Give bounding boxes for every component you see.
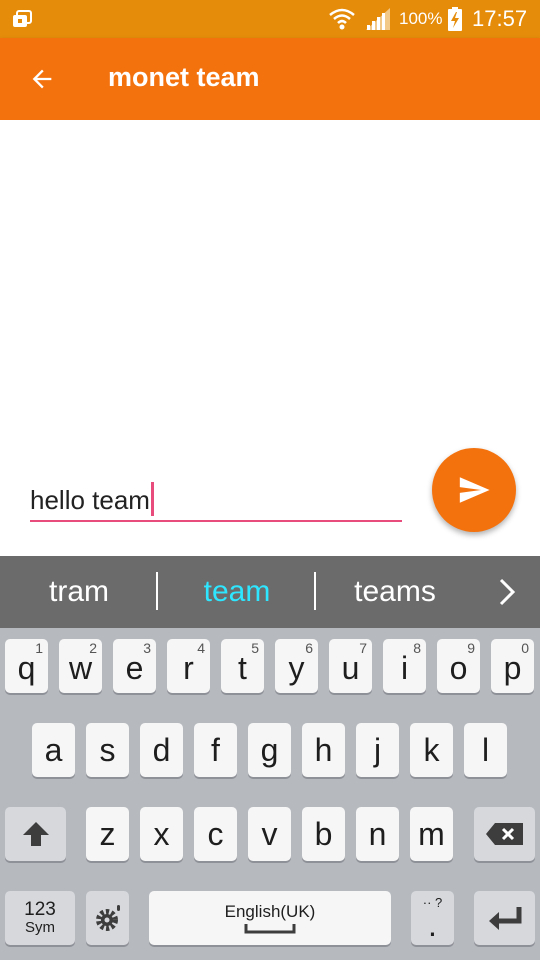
battery-charging-icon (448, 7, 462, 31)
symbols-key[interactable]: 123 Sym (5, 891, 75, 945)
key-c[interactable]: c (194, 807, 237, 861)
key-i[interactable]: 8i (383, 639, 426, 693)
key-g[interactable]: g (248, 723, 291, 777)
battery-percentage: 100% (399, 9, 443, 28)
enter-key[interactable] (474, 891, 535, 945)
send-icon (459, 477, 490, 503)
more-suggestions-button[interactable] (480, 556, 534, 628)
settings-key[interactable] (86, 891, 129, 945)
page-title: monet team (108, 62, 260, 92)
text-cursor (150, 482, 154, 516)
chevron-right-icon (499, 578, 516, 606)
key-u[interactable]: 7u (329, 639, 372, 693)
key-l[interactable]: l (464, 723, 507, 777)
suggestion-team[interactable]: team (158, 556, 316, 628)
backspace-icon (485, 823, 523, 845)
shift-arrow-icon (22, 822, 49, 846)
key-j[interactable]: j (356, 723, 399, 777)
enter-arrow-icon (488, 907, 521, 930)
app-bar: monet team (0, 38, 540, 120)
key-v[interactable]: v (248, 807, 291, 861)
send-button[interactable] (432, 448, 516, 532)
suggestion-bar: tram team teams (0, 556, 540, 628)
suggestion-tram[interactable]: tram (0, 556, 158, 628)
key-s[interactable]: s (86, 723, 129, 777)
key-f[interactable]: f (194, 723, 237, 777)
key-x[interactable]: x (140, 807, 183, 861)
backspace-key[interactable] (474, 807, 535, 861)
key-a[interactable]: a (32, 723, 75, 777)
message-input[interactable]: hello team (30, 474, 402, 522)
key-t[interactable]: 5t (221, 639, 264, 693)
key-z[interactable]: z (86, 807, 129, 861)
key-p[interactable]: 0p (491, 639, 534, 693)
gear-icon (95, 905, 120, 931)
status-bar: 100% 17:57 (0, 0, 540, 38)
key-r[interactable]: 4r (167, 639, 210, 693)
period-key[interactable]: ·· ? . (411, 891, 454, 945)
key-y[interactable]: 6y (275, 639, 318, 693)
suggestion-teams[interactable]: teams (316, 556, 474, 628)
arrow-left-icon (32, 69, 52, 89)
key-n[interactable]: n (356, 807, 399, 861)
key-m[interactable]: m (410, 807, 453, 861)
space-bar-icon (244, 924, 296, 934)
notification-icon (13, 10, 32, 27)
key-d[interactable]: d (140, 723, 183, 777)
signal-icon (366, 8, 390, 30)
wifi-icon (329, 8, 355, 30)
key-k[interactable]: k (410, 723, 453, 777)
keyboard: 1q 2w 3e 4r 5t 6y 7u 8i 9o 0p a s d f g … (0, 628, 540, 960)
key-q[interactable]: 1q (5, 639, 48, 693)
key-b[interactable]: b (302, 807, 345, 861)
message-input-text: hello team (30, 485, 150, 515)
key-h[interactable]: h (302, 723, 345, 777)
key-w[interactable]: 2w (59, 639, 102, 693)
clock: 17:57 (472, 6, 528, 31)
key-o[interactable]: 9o (437, 639, 480, 693)
back-button[interactable] (20, 59, 64, 99)
space-key[interactable]: English(UK) (149, 891, 391, 945)
shift-key[interactable] (5, 807, 66, 861)
key-e[interactable]: 3e (113, 639, 156, 693)
